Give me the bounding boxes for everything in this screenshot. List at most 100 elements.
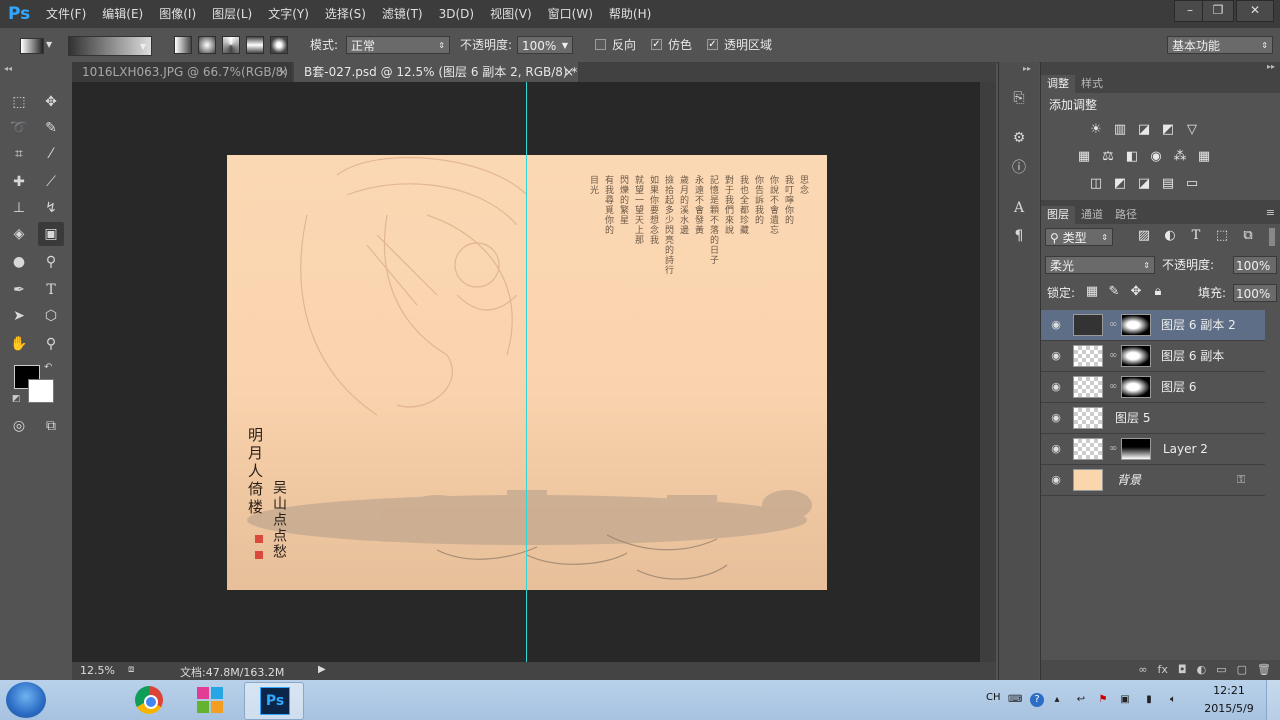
transparency-checkbox[interactable]: ✓ [707,39,718,50]
delete-layer-icon[interactable]: 🗑︎ [1257,660,1271,680]
gradient-dropdown-icon[interactable]: ▼ [140,42,146,51]
link-icon[interactable]: ∞ [1109,318,1117,332]
selective-color-icon[interactable]: ▭ [1183,176,1201,192]
link-layers-icon[interactable]: ∞ [1138,660,1147,680]
language-indicator[interactable]: CH [986,692,1001,703]
type-filter-icon[interactable]: T [1187,228,1205,244]
reverse-checkbox[interactable] [595,39,606,50]
lock-transparent-icon[interactable]: ▦ [1083,284,1101,300]
start-button[interactable] [6,682,46,718]
eraser-tool-icon[interactable]: ◈ [6,222,32,246]
levels-icon[interactable]: ▥ [1111,122,1129,138]
layer-mask-thumbnail[interactable] [1121,438,1151,460]
hand-tool-icon[interactable]: ✋ [6,332,32,356]
new-group-icon[interactable]: ▭ [1216,660,1226,680]
radial-gradient-button[interactable] [198,36,216,54]
black-white-icon[interactable]: ◧ [1123,149,1141,165]
menu-select[interactable]: 选择(S) [317,0,374,28]
layer-name[interactable]: Layer 2 [1163,434,1208,465]
color-lookup-icon[interactable]: ▦ [1195,149,1213,165]
new-layer-icon[interactable]: ▢ [1237,660,1247,680]
zoom-readout[interactable]: 12.5% [80,664,115,677]
volume-icon[interactable]: 🔈︎ [1166,693,1180,707]
lock-all-icon[interactable]: 🔒︎ [1149,284,1167,300]
link-icon[interactable]: ∞ [1109,380,1117,394]
layer-name[interactable]: 图层 6 副本 [1161,341,1224,372]
layer-mask-thumbnail[interactable] [1121,345,1151,367]
layer-mask-thumbnail[interactable] [1121,376,1151,398]
link-icon[interactable]: ∞ [1109,442,1117,456]
menu-filter[interactable]: 滤镜(T) [374,0,431,28]
flag-icon[interactable]: ⚑ [1096,693,1110,707]
marquee-tool-icon[interactable]: ⬚ [6,90,32,114]
lock-position-icon[interactable]: ✥ [1127,284,1145,300]
eye-icon[interactable]: ◉ [1049,473,1063,487]
blur-tool-icon[interactable]: ● [6,250,32,274]
eye-icon[interactable]: ◉ [1049,380,1063,394]
character-panel-icon[interactable]: A [1006,196,1032,220]
tab-channels[interactable]: 通道 [1075,206,1109,224]
layer-row-1[interactable]: ◉ ∞ 图层 6 副本 [1041,341,1265,372]
adjustment-filter-icon[interactable]: ◐ [1161,228,1179,244]
new-adjustment-icon[interactable]: ◐ [1197,660,1207,680]
type-tool-icon[interactable]: T [38,278,64,302]
layer-name[interactable]: 图层 5 [1115,403,1150,434]
layer-name[interactable]: 图层 6 副本 2 [1161,310,1236,341]
tool-preset-icon[interactable] [20,38,44,54]
gradient-map-icon[interactable]: ▤ [1159,176,1177,192]
crop-tool-icon[interactable]: ⌗ [6,142,32,166]
menu-window[interactable]: 窗口(W) [540,0,601,28]
layer-row-4[interactable]: ◉ ∞ Layer 2 [1041,434,1265,465]
eye-icon[interactable]: ◉ [1049,318,1063,332]
metro-taskbar-app[interactable] [182,682,240,718]
eye-icon[interactable]: ◉ [1049,411,1063,425]
brightness-icon[interactable]: ☀ [1087,122,1105,138]
close-button[interactable]: ✕ [1236,0,1274,22]
layer-row-3[interactable]: ◉ 图层 5 [1041,403,1265,434]
tray-arrow-icon[interactable]: ↩ [1074,693,1088,707]
pen-tool-icon[interactable]: ✒ [6,278,32,302]
layer-row-0[interactable]: ◉ ∞ 图层 6 副本 2 [1041,310,1265,341]
vibrance-icon[interactable]: ▽ [1183,122,1201,138]
history-panel-icon[interactable]: ⎘ [1006,86,1032,110]
photoshop-taskbar-app[interactable]: Ps [244,682,304,720]
opacity-field[interactable]: 100% ▼ [517,36,573,54]
clock-time[interactable]: 12:21 [1200,684,1258,697]
layer-name[interactable]: 背景 [1117,465,1141,496]
paragraph-panel-icon[interactable]: ¶ [1006,224,1032,248]
clock-date[interactable]: 2015/5/9 [1196,702,1262,715]
healing-brush-tool-icon[interactable]: ✚ [6,170,32,194]
shape-tool-icon[interactable]: ⬡ [38,304,64,328]
mode-select[interactable]: 正常 ⇕ [346,36,450,54]
default-colors-icon[interactable]: ◩ [12,394,21,404]
show-desktop-button[interactable] [1266,680,1280,720]
restore-button[interactable]: ❐ [1202,0,1234,22]
eyedropper-tool-icon[interactable]: ⁄ [38,142,64,166]
fx-icon[interactable]: fx [1158,660,1168,680]
layer-name[interactable]: 图层 6 [1161,372,1196,403]
lasso-tool-icon[interactable]: ➰ [6,116,32,140]
threshold-icon[interactable]: ◪ [1135,176,1153,192]
linear-gradient-button[interactable] [174,36,192,54]
layer-opacity-field[interactable]: 100% [1233,256,1277,274]
menu-type[interactable]: 文字(Y) [260,0,317,28]
move-tool-icon[interactable]: ✥ [38,90,64,114]
brush-tool-icon[interactable]: ⟋ [38,170,64,194]
network-icon[interactable]: ▮ [1142,693,1156,707]
menu-3d[interactable]: 3D(D) [431,0,482,28]
tab-document-2[interactable]: B套-027.psd @ 12.5% (图层 6 副本 2, RGB/8) * … [294,62,578,82]
quick-mask-icon[interactable]: ◎ [6,414,32,438]
dither-checkbox[interactable]: ✓ [651,39,662,50]
menu-image[interactable]: 图像(I) [151,0,204,28]
exposure-icon[interactable]: ◩ [1159,122,1177,138]
eye-icon[interactable]: ◉ [1049,442,1063,456]
filter-toggle[interactable] [1269,228,1275,246]
properties-panel-icon[interactable]: ⚙ [1006,126,1032,150]
tab-layers[interactable]: 图层 [1041,206,1075,224]
device-icon[interactable]: ▣ [1118,693,1132,707]
menu-edit[interactable]: 编辑(E) [94,0,151,28]
keyboard-icon[interactable]: ⌨ [1008,693,1022,707]
diamond-gradient-button[interactable] [270,36,288,54]
angle-gradient-button[interactable] [222,36,240,54]
chrome-taskbar-app[interactable] [120,682,178,718]
